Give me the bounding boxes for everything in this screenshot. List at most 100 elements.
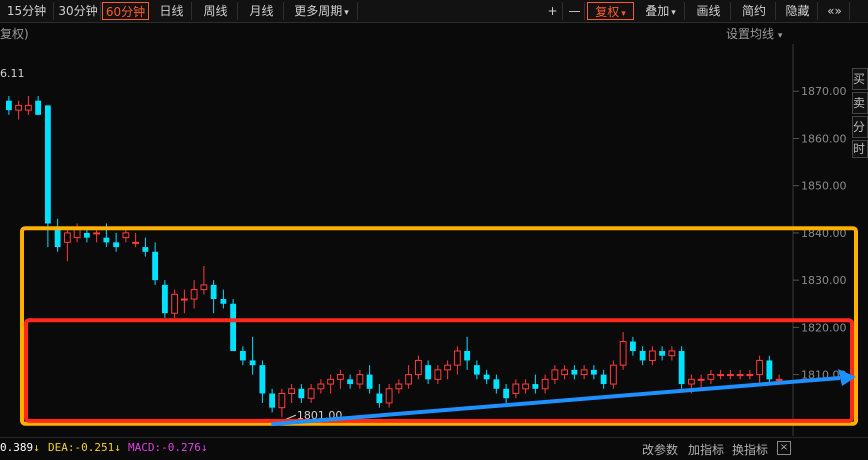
candle-body xyxy=(687,378,695,385)
candle-body xyxy=(512,383,520,394)
yellow-range-box xyxy=(20,226,858,426)
indicator-dea: DEA:-0.251↓ xyxy=(48,441,121,454)
candle-body xyxy=(405,374,413,385)
candle-body xyxy=(551,369,559,380)
y-tick-label: 1830.00 xyxy=(801,274,847,287)
candle-body xyxy=(775,378,783,381)
zoom-out-button[interactable]: — xyxy=(565,2,585,20)
candle-body xyxy=(648,350,656,361)
candle-body xyxy=(483,374,490,380)
candle-body xyxy=(239,350,246,361)
candle-body xyxy=(230,303,237,351)
period-tab-1[interactable]: 30分钟 xyxy=(56,2,101,20)
candle-body xyxy=(5,100,12,111)
zoom-in-button[interactable]: + xyxy=(543,2,563,20)
candle-body xyxy=(464,350,471,361)
candlestick-chart: 1870.001860.001850.001840.001830.001820.… xyxy=(0,44,858,436)
overlay-button[interactable]: 叠加 ▾ xyxy=(637,2,685,20)
candle-body xyxy=(444,364,452,371)
hide-button[interactable]: 隐藏 xyxy=(778,2,818,20)
period-tab-2[interactable]: 60分钟 xyxy=(102,2,149,20)
candle-body xyxy=(327,378,335,385)
candle-body xyxy=(717,374,725,377)
candle-body xyxy=(317,383,325,390)
chart-subheader: 复权) 设置均线 ▾ xyxy=(0,23,868,43)
candle-body xyxy=(200,284,208,291)
candle-body xyxy=(269,393,276,408)
candle-body xyxy=(298,388,305,399)
candle-body xyxy=(113,242,120,248)
y-tick-label: 1870.00 xyxy=(801,85,847,98)
candle-body xyxy=(161,284,168,314)
chevron-down-icon: ▾ xyxy=(671,8,676,18)
adjustment-label: 复权) xyxy=(0,27,29,41)
indicator-dif: 0.389↓ xyxy=(0,441,40,454)
add-indicator-button[interactable]: 加指标 xyxy=(688,441,724,458)
candle-body xyxy=(659,350,666,356)
candle-body xyxy=(707,374,715,380)
expand-icon[interactable]: «» xyxy=(820,2,850,20)
simple-button[interactable]: 简约 xyxy=(733,2,776,20)
candle-body xyxy=(152,251,159,281)
candle-body xyxy=(425,365,432,380)
candle-body xyxy=(288,388,296,394)
edit-params-button[interactable]: 改参数 xyxy=(642,441,678,458)
period-tab-4[interactable]: 周线 xyxy=(194,2,238,20)
candle-body xyxy=(609,364,617,385)
draw-line-button[interactable]: 画线 xyxy=(687,2,731,20)
candle-body xyxy=(356,374,364,385)
candle-body xyxy=(180,298,188,301)
candle-body xyxy=(395,383,403,390)
candle-body xyxy=(171,293,179,314)
candle-body xyxy=(15,104,23,111)
candle-body xyxy=(24,104,32,111)
indicator-macd: MACD:-0.276↓ xyxy=(128,441,208,454)
candle-body xyxy=(366,374,373,389)
period-tab-5[interactable]: 月线 xyxy=(240,2,284,20)
period-tab-3[interactable]: 日线 xyxy=(152,2,192,20)
candle-body xyxy=(766,360,773,380)
candle-body xyxy=(278,392,286,409)
candle-body xyxy=(746,374,754,377)
top-price-label: 6.11 xyxy=(0,67,25,80)
candle-body xyxy=(726,374,734,377)
candle-body xyxy=(44,105,51,224)
period-tab-6[interactable]: 更多周期 ▾ xyxy=(286,2,358,20)
candle-body xyxy=(697,378,705,381)
period-toolbar: 15分钟 30分钟 60分钟 日线 周线 月线 更多周期 ▾ + — 复权 ▾ 叠加 ▾ 画线 简约 隐藏 «» xyxy=(0,0,868,23)
candle-body xyxy=(35,100,42,115)
buy-panel-tab[interactable]: 买 xyxy=(852,68,868,90)
close-icon[interactable]: × xyxy=(777,441,791,455)
split-panel-tab[interactable]: 分 xyxy=(852,116,868,138)
candle-body xyxy=(590,369,597,375)
candle-body xyxy=(453,350,461,366)
candle-body xyxy=(83,232,90,238)
candle-body xyxy=(93,232,101,235)
candle-body xyxy=(190,289,198,300)
candle-body xyxy=(63,232,71,243)
candle-body xyxy=(347,379,354,385)
candle-body xyxy=(561,369,569,376)
time-panel-tab[interactable]: 时 xyxy=(852,140,868,158)
candle-body xyxy=(336,374,344,380)
candle-body xyxy=(132,241,140,244)
candle-body xyxy=(541,378,549,390)
candle-body xyxy=(142,247,149,252)
switch-indicator-button[interactable]: 换指标 xyxy=(732,441,768,458)
adjust-button[interactable]: 复权 ▾ xyxy=(587,2,634,20)
candle-body xyxy=(619,341,627,366)
period-tab-0[interactable]: 15分钟 xyxy=(0,2,54,20)
candle-body xyxy=(580,369,588,376)
y-tick-label: 1820.00 xyxy=(801,321,847,334)
candle-body xyxy=(249,360,256,366)
sell-panel-tab[interactable]: 卖 xyxy=(852,92,868,114)
ma-settings-button[interactable]: 设置均线 ▾ xyxy=(726,25,782,42)
candle-body xyxy=(220,299,227,304)
candle-body xyxy=(600,374,607,385)
candle-body xyxy=(259,365,266,394)
chevron-down-icon: ▾ xyxy=(777,31,783,41)
y-tick-label: 1850.00 xyxy=(801,180,847,193)
candle-body xyxy=(103,237,110,243)
candle-body xyxy=(122,232,130,239)
candle-body xyxy=(571,369,578,375)
